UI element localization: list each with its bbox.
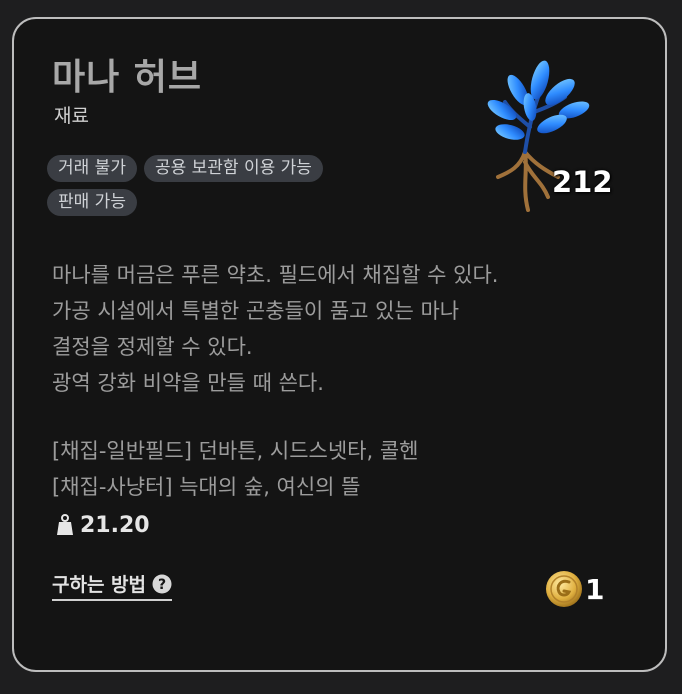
weight-value: 21.20 <box>80 512 150 538</box>
item-category: 재료 <box>54 105 89 127</box>
description-line: 광역 강화 비약을 만들 때 쓴다. <box>52 371 324 395</box>
item-tags: 거래 불가 공용 보관함 이용 가능 판매 가능 <box>47 155 447 223</box>
tag-sellable: 판매 가능 <box>47 189 137 216</box>
description-line: 마나를 머금은 푸른 약초. 필드에서 채집할 수 있다. <box>52 263 499 287</box>
item-description: 마나를 머금은 푸른 약초. 필드에서 채집할 수 있다. 가공 시설에서 특별… <box>52 257 612 505</box>
question-circle-icon[interactable]: ? <box>152 574 172 594</box>
item-weight: 21.20 <box>56 510 150 540</box>
source-line: [채집-일반필드] 던바튼, 시드스넷타, 콜헨 <box>52 439 419 463</box>
item-count: 212 <box>552 165 613 199</box>
how-to-obtain-label: 구하는 방법 <box>52 574 147 596</box>
price-value: 1 <box>585 572 605 606</box>
description-line: 결정을 정제할 수 있다. <box>52 335 253 359</box>
weight-icon <box>57 514 73 535</box>
item-name: 마나 허브 <box>52 57 203 98</box>
svg-text:?: ? <box>158 577 166 593</box>
item-price: 1 <box>545 570 604 608</box>
source-line: [채집-사냥터] 늑대의 숲, 여신의 뜰 <box>52 475 361 499</box>
how-to-obtain-link[interactable]: 구하는 방법 ? <box>52 570 173 601</box>
tag-untradeable: 거래 불가 <box>47 155 137 182</box>
gold-coin-icon <box>546 571 582 607</box>
tag-shared-storage: 공용 보관함 이용 가능 <box>143 155 323 182</box>
description-line: 가공 시설에서 특별한 곤충들이 품고 있는 마나 <box>52 299 460 323</box>
